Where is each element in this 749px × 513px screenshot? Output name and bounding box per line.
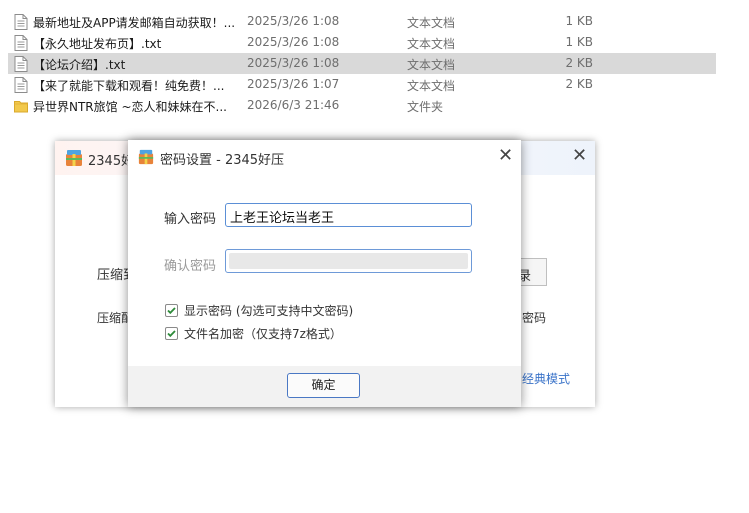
classic-mode-link[interactable]: 经典模式 xyxy=(522,370,570,387)
text-file-icon xyxy=(14,14,28,30)
text-file-icon xyxy=(14,77,28,93)
file-row[interactable]: 【来了就能下载和观看！纯免费！... 2025/3/26 1:07 文本文档 2… xyxy=(8,74,716,95)
file-type: 文本文档 xyxy=(407,16,456,30)
file-row[interactable]: 【永久地址发布页】.txt 2025/3/26 1:08 文本文档 1 KB xyxy=(8,32,716,53)
folder-icon xyxy=(14,101,28,113)
dialog-footer: 确定 xyxy=(128,366,521,407)
password-value: 上老王论坛当老王 xyxy=(230,211,335,226)
file-size: 2 KB xyxy=(565,56,593,70)
show-password-label[interactable]: 显示密码 (勾选可支持中文密码) xyxy=(184,302,353,319)
file-row-selected[interactable]: 【论坛介绍】.txt 2025/3/26 1:08 文本文档 2 KB xyxy=(8,53,716,74)
confirm-password-label: 确认密码 xyxy=(164,259,217,274)
text-file-icon xyxy=(14,56,28,72)
file-date: 2025/3/26 1:07 xyxy=(247,77,340,91)
text-file-icon xyxy=(14,35,28,51)
ok-button[interactable]: 确定 xyxy=(287,373,360,398)
encrypt-filename-checkbox[interactable] xyxy=(165,327,178,340)
haozip-app-icon xyxy=(66,150,82,166)
dialog-title: 密码设置 - 2345好压 xyxy=(160,153,285,168)
set-password-link[interactable]: 密码 xyxy=(522,309,546,326)
file-name: 最新地址及APP请发邮箱自动获取！... xyxy=(33,16,236,30)
password-label: 输入密码 xyxy=(164,212,217,227)
file-size: 2 KB xyxy=(565,77,593,91)
file-date: 2025/3/26 1:08 xyxy=(247,14,340,28)
file-type: 文件夹 xyxy=(407,100,444,114)
file-row[interactable]: 异世界NTR旅馆 ~恋人和妹妹在不... 2026/6/3 21:46 文件夹 xyxy=(8,95,716,116)
encrypt-filename-label[interactable]: 文件名加密（仅支持7z格式） xyxy=(184,325,342,342)
file-size: 1 KB xyxy=(565,35,593,49)
file-name: 【论坛介绍】.txt xyxy=(33,58,126,72)
file-type: 文本文档 xyxy=(407,37,456,51)
file-name: 【永久地址发布页】.txt xyxy=(33,37,162,51)
file-name: 异世界NTR旅馆 ~恋人和妹妹在不... xyxy=(33,100,227,114)
file-type: 文本文档 xyxy=(407,79,456,93)
close-icon[interactable]: ✕ xyxy=(498,147,513,165)
show-password-checkbox[interactable] xyxy=(165,304,178,317)
file-name: 【来了就能下载和观看！纯免费！... xyxy=(33,79,225,93)
file-date: 2025/3/26 1:08 xyxy=(247,35,340,49)
password-input[interactable]: 上老王论坛当老王 xyxy=(225,203,472,227)
file-date: 2026/6/3 21:46 xyxy=(247,98,340,112)
close-icon[interactable]: ✕ xyxy=(572,147,587,165)
file-row[interactable]: 最新地址及APP请发邮箱自动获取！... 2025/3/26 1:08 文本文档… xyxy=(8,11,716,32)
disabled-field-fill xyxy=(229,253,468,269)
check-icon xyxy=(167,307,176,315)
file-type: 文本文档 xyxy=(407,58,456,72)
confirm-password-input xyxy=(225,249,472,273)
password-dialog: 密码设置 - 2345好压 ✕ 输入密码 上老王论坛当老王 确认密码 显示密码 … xyxy=(128,140,521,407)
haozip-app-icon xyxy=(138,149,154,165)
check-icon xyxy=(167,330,176,338)
file-date: 2025/3/26 1:08 xyxy=(247,56,340,70)
file-size: 1 KB xyxy=(565,14,593,28)
